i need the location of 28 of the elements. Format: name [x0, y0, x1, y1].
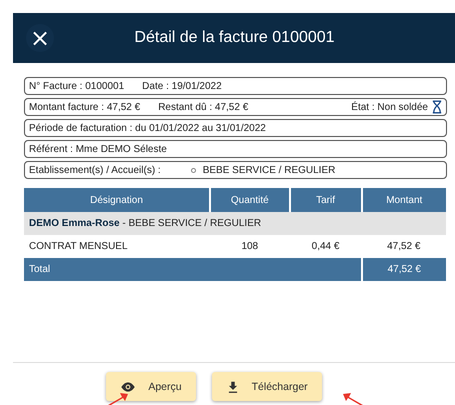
bullet-icon — [190, 168, 196, 172]
arrow-icon — [108, 393, 128, 405]
info-text: Date : 19/01/2022 — [142, 80, 222, 92]
info-text: Période de facturation : du 01/01/2022 au 31/01/2022 — [29, 122, 266, 134]
preview-button[interactable]: Aperçu — [106, 372, 196, 401]
total-label: Total — [24, 258, 362, 281]
column-header: Désignation — [24, 188, 210, 212]
hourglass-icon — [432, 100, 442, 114]
arrow-icon — [343, 393, 363, 405]
total-amount: 47,52 € — [362, 258, 446, 281]
column-header: Tarif — [290, 188, 362, 212]
close-button[interactable]: × — [26, 24, 54, 52]
table-cell: 0,44 € — [290, 235, 362, 258]
info-text: Montant facture : 47,52 € — [29, 102, 140, 112]
info-text: N° Facture : 0100001 — [29, 80, 124, 92]
info-text: BEBE SERVICE / REGULIER — [202, 164, 336, 176]
table-cell: 108 — [210, 235, 290, 258]
dialog-title: Détail de la facture 0100001 — [133, 29, 336, 47]
table-cell: 47,52 € — [362, 235, 446, 258]
info-text: État : Non soldée — [351, 102, 428, 112]
column-header: Montant — [362, 188, 446, 212]
column-header: Quantité — [210, 188, 290, 212]
table-cell: CONTRAT MENSUEL — [24, 235, 210, 258]
info-text: Restant dû : 47,52 € — [158, 102, 248, 112]
info-text: Etablissement(s) / Accueil(s) : — [29, 164, 161, 176]
download-button[interactable]: Télécharger — [212, 372, 322, 401]
group-cell: DEMO Emma-Rose - BEBE SERVICE / REGULIER — [24, 212, 446, 235]
info-text: Référent : Mme DEMO Séleste — [29, 144, 167, 154]
